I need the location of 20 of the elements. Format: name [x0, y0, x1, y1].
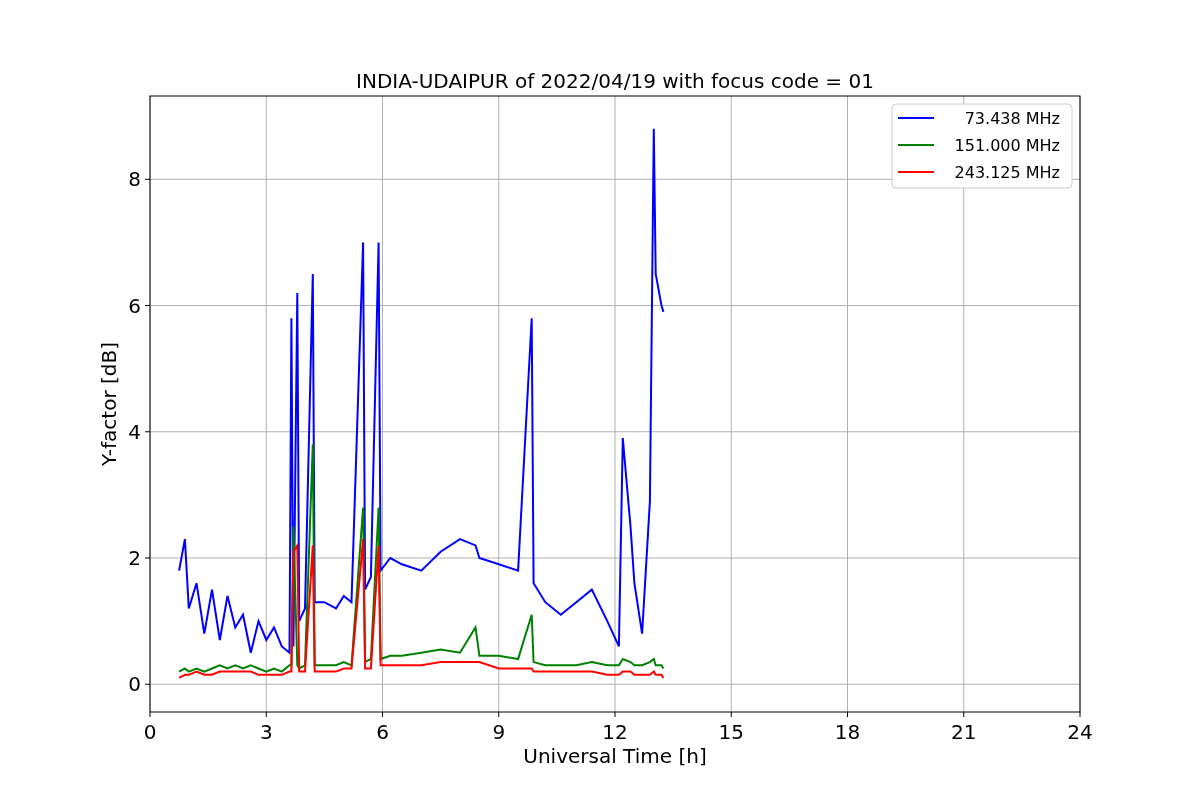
x-tick-label: 18: [834, 720, 861, 744]
x-tick-label: 3: [259, 720, 273, 744]
x-tick-label: 24: [1067, 720, 1093, 744]
chart-title: INDIA-UDAIPUR of 2022/04/19 with focus code = 01: [356, 69, 874, 93]
legend-label: 73.438 MHz: [964, 109, 1060, 128]
x-tick-label: 0: [143, 720, 157, 744]
x-tick-label: 15: [718, 720, 744, 744]
y-axis-label: Y-factor [dB]: [97, 342, 121, 466]
x-axis-label: Universal Time [h]: [523, 744, 707, 768]
legend-label: 151.000 MHz: [954, 136, 1060, 155]
x-tick-label: 21: [951, 720, 977, 744]
x-tick-label: 12: [602, 720, 628, 744]
y-tick-label: 0: [128, 672, 141, 697]
x-tick-label: 9: [492, 720, 506, 744]
x-tick-label: 6: [376, 720, 389, 744]
y-tick-label: 2: [128, 546, 141, 570]
y-tick-label: 4: [128, 419, 141, 444]
y-tick-label: 6: [128, 293, 141, 318]
legend-label: 243.125 MHz: [954, 163, 1060, 182]
y-tick-label: 8: [128, 167, 141, 192]
